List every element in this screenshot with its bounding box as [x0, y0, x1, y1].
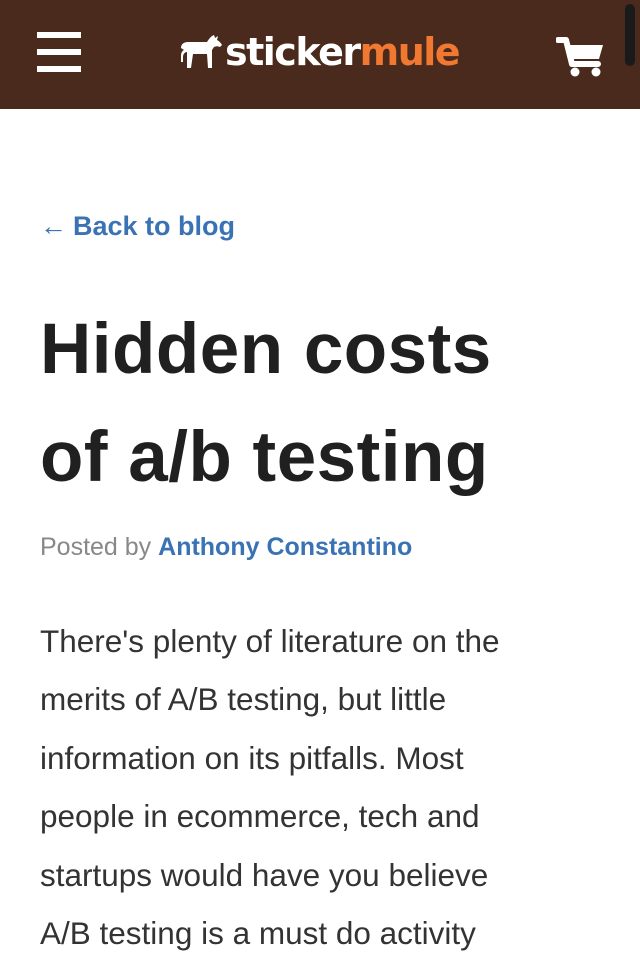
- hamburger-menu-icon[interactable]: [37, 32, 81, 72]
- title-line-2: of a/b testing: [40, 418, 489, 497]
- article-body: There's plenty of literature on the meri…: [40, 612, 610, 962]
- mule-icon: [181, 35, 222, 68]
- menu-line: [37, 66, 81, 72]
- scrollbar-thumb[interactable]: [625, 4, 635, 66]
- body-line: merits of A/B testing, but little: [40, 681, 447, 718]
- author-link[interactable]: Anthony Constantino: [158, 533, 412, 561]
- logo-wordmark: stickermule: [225, 27, 461, 77]
- menu-line: [37, 49, 81, 55]
- left-arrow-icon: ←: [40, 211, 67, 241]
- menu-line: [37, 32, 81, 38]
- body-line: A/B testing is a must do activity: [40, 915, 476, 952]
- top-navigation-bar: stickermule: [0, 0, 640, 109]
- stickermule-logo[interactable]: stickermule: [179, 27, 461, 77]
- body-line: people in ecommerce, tech and: [40, 798, 480, 835]
- body-line: There's plenty of literature on the: [40, 623, 500, 659]
- back-to-blog-link[interactable]: ← Back to blog: [40, 211, 235, 242]
- title-line-1: Hidden costs: [40, 310, 492, 389]
- logo-text-sticker: sticker: [225, 30, 361, 74]
- shopping-cart-icon[interactable]: [555, 36, 606, 83]
- article-byline: Posted by Anthony Constantino: [40, 530, 412, 564]
- body-line: startups would have you believe: [40, 856, 489, 893]
- back-link-label: Back to blog: [73, 211, 236, 241]
- logo-text-mule: mule: [359, 30, 461, 74]
- posted-by-label: Posted by: [40, 533, 152, 561]
- article-title: Hidden costs of a/b testing: [40, 296, 630, 512]
- body-line: information on its pitfalls. Most: [40, 739, 464, 776]
